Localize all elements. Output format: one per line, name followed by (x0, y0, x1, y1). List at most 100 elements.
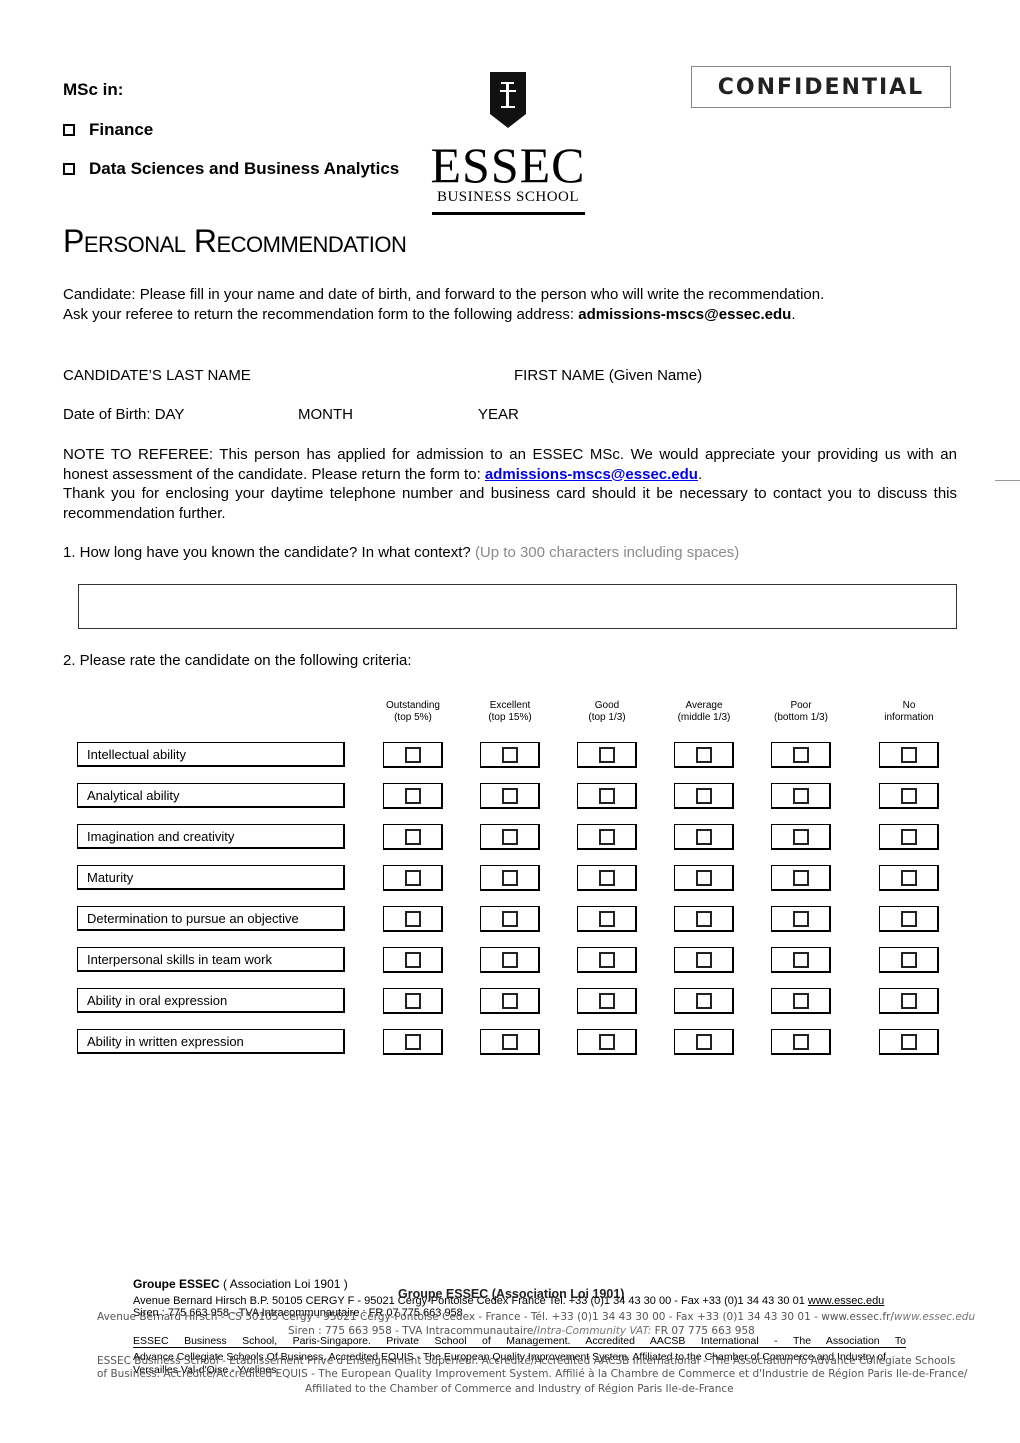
checkbox-icon[interactable] (695, 1033, 712, 1050)
rating-checkbox[interactable] (879, 865, 939, 891)
checkbox-icon[interactable] (404, 951, 421, 968)
checkbox-icon[interactable] (792, 828, 809, 845)
rating-checkbox[interactable] (879, 988, 939, 1014)
rating-checkbox[interactable] (577, 742, 637, 768)
checkbox-icon[interactable] (792, 1033, 809, 1050)
footer-website-link[interactable]: www.essec.edu (808, 1295, 884, 1307)
rating-checkbox[interactable] (577, 1029, 637, 1055)
rating-checkbox[interactable] (674, 824, 734, 850)
checkbox-icon[interactable] (501, 951, 518, 968)
checkbox-icon[interactable] (63, 124, 75, 136)
rating-checkbox[interactable] (674, 1029, 734, 1055)
rating-checkbox[interactable] (577, 947, 637, 973)
checkbox-icon[interactable] (404, 828, 421, 845)
rating-checkbox[interactable] (674, 783, 734, 809)
question-1-answer-field[interactable] (78, 584, 957, 629)
checkbox-icon[interactable] (695, 869, 712, 886)
checkbox-icon[interactable] (501, 992, 518, 1009)
checkbox-icon[interactable] (501, 910, 518, 927)
checkbox-icon[interactable] (404, 746, 421, 763)
rating-checkbox[interactable] (771, 947, 831, 973)
checkbox-icon[interactable] (501, 746, 518, 763)
rating-checkbox[interactable] (577, 783, 637, 809)
checkbox-icon[interactable] (695, 951, 712, 968)
checkbox-icon[interactable] (501, 1033, 518, 1050)
checkbox-icon[interactable] (695, 746, 712, 763)
checkbox-icon[interactable] (63, 163, 75, 175)
rating-checkbox[interactable] (674, 988, 734, 1014)
program-option-finance[interactable]: Finance (63, 120, 153, 140)
rating-checkbox[interactable] (383, 783, 443, 809)
checkbox-icon[interactable] (900, 992, 917, 1009)
rating-checkbox[interactable] (480, 783, 540, 809)
rating-checkbox[interactable] (577, 865, 637, 891)
rating-checkbox[interactable] (771, 865, 831, 891)
checkbox-icon[interactable] (404, 869, 421, 886)
rating-checkbox[interactable] (879, 947, 939, 973)
checkbox-icon[interactable] (792, 951, 809, 968)
checkbox-icon[interactable] (900, 746, 917, 763)
rating-checkbox[interactable] (771, 906, 831, 932)
rating-checkbox[interactable] (480, 988, 540, 1014)
email-link[interactable]: admissions-mscs@essec.edu (485, 466, 698, 483)
rating-checkbox[interactable] (674, 742, 734, 768)
checkbox-icon[interactable] (900, 951, 917, 968)
checkbox-icon[interactable] (792, 787, 809, 804)
checkbox-icon[interactable] (598, 992, 615, 1009)
rating-checkbox[interactable] (480, 742, 540, 768)
checkbox-icon[interactable] (792, 992, 809, 1009)
rating-checkbox[interactable] (383, 824, 443, 850)
rating-checkbox[interactable] (577, 906, 637, 932)
checkbox-icon[interactable] (598, 1033, 615, 1050)
rating-checkbox[interactable] (674, 865, 734, 891)
checkbox-icon[interactable] (404, 1033, 421, 1050)
checkbox-icon[interactable] (695, 992, 712, 1009)
rating-checkbox[interactable] (674, 906, 734, 932)
checkbox-icon[interactable] (695, 828, 712, 845)
checkbox-icon[interactable] (900, 1033, 917, 1050)
rating-checkbox[interactable] (879, 824, 939, 850)
rating-checkbox[interactable] (480, 1029, 540, 1055)
checkbox-icon[interactable] (404, 910, 421, 927)
rating-checkbox[interactable] (480, 824, 540, 850)
checkbox-icon[interactable] (792, 869, 809, 886)
checkbox-icon[interactable] (900, 787, 917, 804)
checkbox-icon[interactable] (695, 910, 712, 927)
checkbox-icon[interactable] (501, 787, 518, 804)
rating-checkbox[interactable] (577, 988, 637, 1014)
checkbox-icon[interactable] (501, 828, 518, 845)
checkbox-icon[interactable] (598, 787, 615, 804)
checkbox-icon[interactable] (598, 828, 615, 845)
rating-checkbox[interactable] (879, 742, 939, 768)
checkbox-icon[interactable] (598, 951, 615, 968)
checkbox-icon[interactable] (598, 746, 615, 763)
rating-checkbox[interactable] (771, 742, 831, 768)
rating-checkbox[interactable] (879, 783, 939, 809)
rating-checkbox[interactable] (771, 1029, 831, 1055)
rating-checkbox[interactable] (771, 783, 831, 809)
checkbox-icon[interactable] (792, 910, 809, 927)
rating-checkbox[interactable] (879, 906, 939, 932)
rating-checkbox[interactable] (383, 947, 443, 973)
checkbox-icon[interactable] (695, 787, 712, 804)
rating-checkbox[interactable] (480, 865, 540, 891)
rating-checkbox[interactable] (771, 824, 831, 850)
checkbox-icon[interactable] (598, 869, 615, 886)
rating-checkbox[interactable] (771, 988, 831, 1014)
checkbox-icon[interactable] (404, 787, 421, 804)
checkbox-icon[interactable] (792, 746, 809, 763)
checkbox-icon[interactable] (598, 910, 615, 927)
rating-checkbox[interactable] (383, 1029, 443, 1055)
checkbox-icon[interactable] (404, 992, 421, 1009)
rating-checkbox[interactable] (480, 947, 540, 973)
checkbox-icon[interactable] (900, 828, 917, 845)
rating-checkbox[interactable] (383, 906, 443, 932)
checkbox-icon[interactable] (501, 869, 518, 886)
rating-checkbox[interactable] (577, 824, 637, 850)
rating-checkbox[interactable] (480, 906, 540, 932)
rating-checkbox[interactable] (383, 742, 443, 768)
program-option-data-sciences[interactable]: Data Sciences and Business Analytics (63, 159, 399, 179)
rating-checkbox[interactable] (383, 988, 443, 1014)
rating-checkbox[interactable] (383, 865, 443, 891)
rating-checkbox[interactable] (674, 947, 734, 973)
